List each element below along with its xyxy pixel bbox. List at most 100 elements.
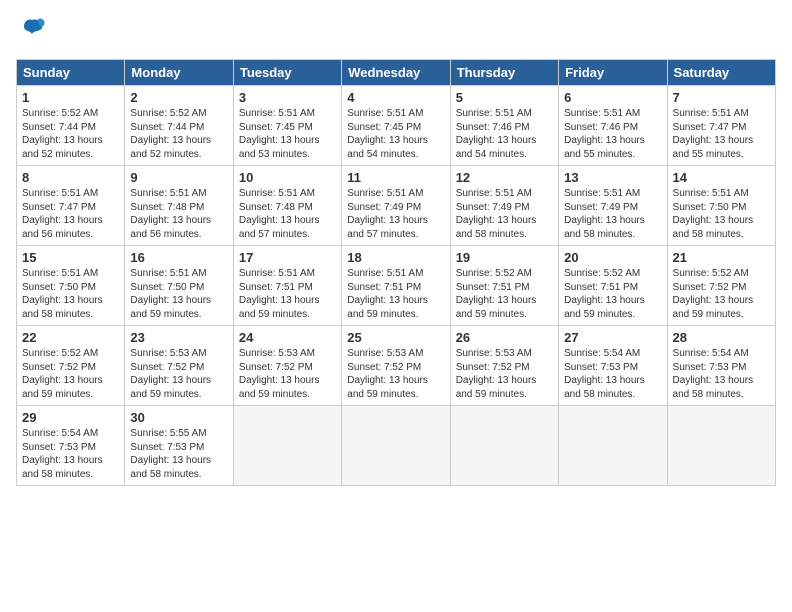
col-header-friday: Friday bbox=[559, 60, 667, 86]
logo bbox=[16, 16, 46, 49]
calendar-cell: 2 Sunrise: 5:52 AMSunset: 7:44 PMDayligh… bbox=[125, 86, 233, 166]
calendar-header-row: SundayMondayTuesdayWednesdayThursdayFrid… bbox=[17, 60, 776, 86]
calendar-week-row: 22 Sunrise: 5:52 AMSunset: 7:52 PMDaylig… bbox=[17, 326, 776, 406]
calendar-cell: 29 Sunrise: 5:54 AMSunset: 7:53 PMDaylig… bbox=[17, 406, 125, 486]
logo-bird-icon bbox=[18, 16, 46, 44]
cell-info: Sunrise: 5:51 AMSunset: 7:50 PMDaylight:… bbox=[22, 267, 119, 321]
day-number: 27 bbox=[564, 330, 661, 345]
calendar-cell: 6 Sunrise: 5:51 AMSunset: 7:46 PMDayligh… bbox=[559, 86, 667, 166]
calendar-cell bbox=[667, 406, 775, 486]
day-number: 6 bbox=[564, 90, 661, 105]
day-number: 4 bbox=[347, 90, 444, 105]
day-number: 29 bbox=[22, 410, 119, 425]
day-number: 23 bbox=[130, 330, 227, 345]
cell-info: Sunrise: 5:52 AMSunset: 7:51 PMDaylight:… bbox=[564, 267, 661, 321]
day-number: 22 bbox=[22, 330, 119, 345]
day-number: 3 bbox=[239, 90, 336, 105]
page-header bbox=[16, 16, 776, 49]
calendar-cell bbox=[559, 406, 667, 486]
day-number: 25 bbox=[347, 330, 444, 345]
cell-info: Sunrise: 5:51 AMSunset: 7:47 PMDaylight:… bbox=[22, 187, 119, 241]
col-header-sunday: Sunday bbox=[17, 60, 125, 86]
cell-info: Sunrise: 5:53 AMSunset: 7:52 PMDaylight:… bbox=[456, 347, 553, 401]
cell-info: Sunrise: 5:54 AMSunset: 7:53 PMDaylight:… bbox=[673, 347, 770, 401]
cell-info: Sunrise: 5:53 AMSunset: 7:52 PMDaylight:… bbox=[130, 347, 227, 401]
calendar-cell bbox=[342, 406, 450, 486]
cell-info: Sunrise: 5:55 AMSunset: 7:53 PMDaylight:… bbox=[130, 427, 227, 481]
calendar-cell bbox=[233, 406, 341, 486]
cell-info: Sunrise: 5:52 AMSunset: 7:51 PMDaylight:… bbox=[456, 267, 553, 321]
calendar-cell: 21 Sunrise: 5:52 AMSunset: 7:52 PMDaylig… bbox=[667, 246, 775, 326]
cell-info: Sunrise: 5:53 AMSunset: 7:52 PMDaylight:… bbox=[347, 347, 444, 401]
day-number: 17 bbox=[239, 250, 336, 265]
day-number: 21 bbox=[673, 250, 770, 265]
calendar-cell: 5 Sunrise: 5:51 AMSunset: 7:46 PMDayligh… bbox=[450, 86, 558, 166]
day-number: 8 bbox=[22, 170, 119, 185]
calendar-cell: 4 Sunrise: 5:51 AMSunset: 7:45 PMDayligh… bbox=[342, 86, 450, 166]
calendar-table: SundayMondayTuesdayWednesdayThursdayFrid… bbox=[16, 59, 776, 486]
day-number: 20 bbox=[564, 250, 661, 265]
cell-info: Sunrise: 5:51 AMSunset: 7:46 PMDaylight:… bbox=[456, 107, 553, 161]
calendar-cell: 20 Sunrise: 5:52 AMSunset: 7:51 PMDaylig… bbox=[559, 246, 667, 326]
calendar-cell bbox=[450, 406, 558, 486]
calendar-cell: 15 Sunrise: 5:51 AMSunset: 7:50 PMDaylig… bbox=[17, 246, 125, 326]
calendar-cell: 10 Sunrise: 5:51 AMSunset: 7:48 PMDaylig… bbox=[233, 166, 341, 246]
cell-info: Sunrise: 5:51 AMSunset: 7:46 PMDaylight:… bbox=[564, 107, 661, 161]
col-header-tuesday: Tuesday bbox=[233, 60, 341, 86]
cell-info: Sunrise: 5:51 AMSunset: 7:49 PMDaylight:… bbox=[456, 187, 553, 241]
cell-info: Sunrise: 5:52 AMSunset: 7:44 PMDaylight:… bbox=[22, 107, 119, 161]
day-number: 30 bbox=[130, 410, 227, 425]
day-number: 7 bbox=[673, 90, 770, 105]
cell-info: Sunrise: 5:52 AMSunset: 7:44 PMDaylight:… bbox=[130, 107, 227, 161]
calendar-cell: 9 Sunrise: 5:51 AMSunset: 7:48 PMDayligh… bbox=[125, 166, 233, 246]
col-header-wednesday: Wednesday bbox=[342, 60, 450, 86]
calendar-cell: 8 Sunrise: 5:51 AMSunset: 7:47 PMDayligh… bbox=[17, 166, 125, 246]
col-header-monday: Monday bbox=[125, 60, 233, 86]
cell-info: Sunrise: 5:51 AMSunset: 7:48 PMDaylight:… bbox=[130, 187, 227, 241]
calendar-week-row: 1 Sunrise: 5:52 AMSunset: 7:44 PMDayligh… bbox=[17, 86, 776, 166]
day-number: 24 bbox=[239, 330, 336, 345]
day-number: 28 bbox=[673, 330, 770, 345]
day-number: 1 bbox=[22, 90, 119, 105]
calendar-cell: 3 Sunrise: 5:51 AMSunset: 7:45 PMDayligh… bbox=[233, 86, 341, 166]
day-number: 19 bbox=[456, 250, 553, 265]
day-number: 13 bbox=[564, 170, 661, 185]
day-number: 2 bbox=[130, 90, 227, 105]
calendar-cell: 12 Sunrise: 5:51 AMSunset: 7:49 PMDaylig… bbox=[450, 166, 558, 246]
cell-info: Sunrise: 5:52 AMSunset: 7:52 PMDaylight:… bbox=[673, 267, 770, 321]
day-number: 5 bbox=[456, 90, 553, 105]
col-header-saturday: Saturday bbox=[667, 60, 775, 86]
calendar-cell: 27 Sunrise: 5:54 AMSunset: 7:53 PMDaylig… bbox=[559, 326, 667, 406]
cell-info: Sunrise: 5:53 AMSunset: 7:52 PMDaylight:… bbox=[239, 347, 336, 401]
day-number: 12 bbox=[456, 170, 553, 185]
day-number: 9 bbox=[130, 170, 227, 185]
calendar-week-row: 8 Sunrise: 5:51 AMSunset: 7:47 PMDayligh… bbox=[17, 166, 776, 246]
calendar-cell: 14 Sunrise: 5:51 AMSunset: 7:50 PMDaylig… bbox=[667, 166, 775, 246]
calendar-cell: 26 Sunrise: 5:53 AMSunset: 7:52 PMDaylig… bbox=[450, 326, 558, 406]
cell-info: Sunrise: 5:51 AMSunset: 7:50 PMDaylight:… bbox=[130, 267, 227, 321]
calendar-cell: 24 Sunrise: 5:53 AMSunset: 7:52 PMDaylig… bbox=[233, 326, 341, 406]
calendar-cell: 22 Sunrise: 5:52 AMSunset: 7:52 PMDaylig… bbox=[17, 326, 125, 406]
day-number: 26 bbox=[456, 330, 553, 345]
calendar-cell: 18 Sunrise: 5:51 AMSunset: 7:51 PMDaylig… bbox=[342, 246, 450, 326]
cell-info: Sunrise: 5:51 AMSunset: 7:51 PMDaylight:… bbox=[239, 267, 336, 321]
cell-info: Sunrise: 5:51 AMSunset: 7:50 PMDaylight:… bbox=[673, 187, 770, 241]
calendar-cell: 16 Sunrise: 5:51 AMSunset: 7:50 PMDaylig… bbox=[125, 246, 233, 326]
calendar-cell: 7 Sunrise: 5:51 AMSunset: 7:47 PMDayligh… bbox=[667, 86, 775, 166]
cell-info: Sunrise: 5:51 AMSunset: 7:45 PMDaylight:… bbox=[347, 107, 444, 161]
calendar-cell: 25 Sunrise: 5:53 AMSunset: 7:52 PMDaylig… bbox=[342, 326, 450, 406]
calendar-cell: 19 Sunrise: 5:52 AMSunset: 7:51 PMDaylig… bbox=[450, 246, 558, 326]
calendar-week-row: 29 Sunrise: 5:54 AMSunset: 7:53 PMDaylig… bbox=[17, 406, 776, 486]
day-number: 18 bbox=[347, 250, 444, 265]
cell-info: Sunrise: 5:51 AMSunset: 7:51 PMDaylight:… bbox=[347, 267, 444, 321]
col-header-thursday: Thursday bbox=[450, 60, 558, 86]
calendar-cell: 11 Sunrise: 5:51 AMSunset: 7:49 PMDaylig… bbox=[342, 166, 450, 246]
calendar-cell: 1 Sunrise: 5:52 AMSunset: 7:44 PMDayligh… bbox=[17, 86, 125, 166]
day-number: 11 bbox=[347, 170, 444, 185]
day-number: 15 bbox=[22, 250, 119, 265]
cell-info: Sunrise: 5:51 AMSunset: 7:45 PMDaylight:… bbox=[239, 107, 336, 161]
day-number: 14 bbox=[673, 170, 770, 185]
cell-info: Sunrise: 5:51 AMSunset: 7:49 PMDaylight:… bbox=[347, 187, 444, 241]
cell-info: Sunrise: 5:51 AMSunset: 7:49 PMDaylight:… bbox=[564, 187, 661, 241]
calendar-cell: 13 Sunrise: 5:51 AMSunset: 7:49 PMDaylig… bbox=[559, 166, 667, 246]
